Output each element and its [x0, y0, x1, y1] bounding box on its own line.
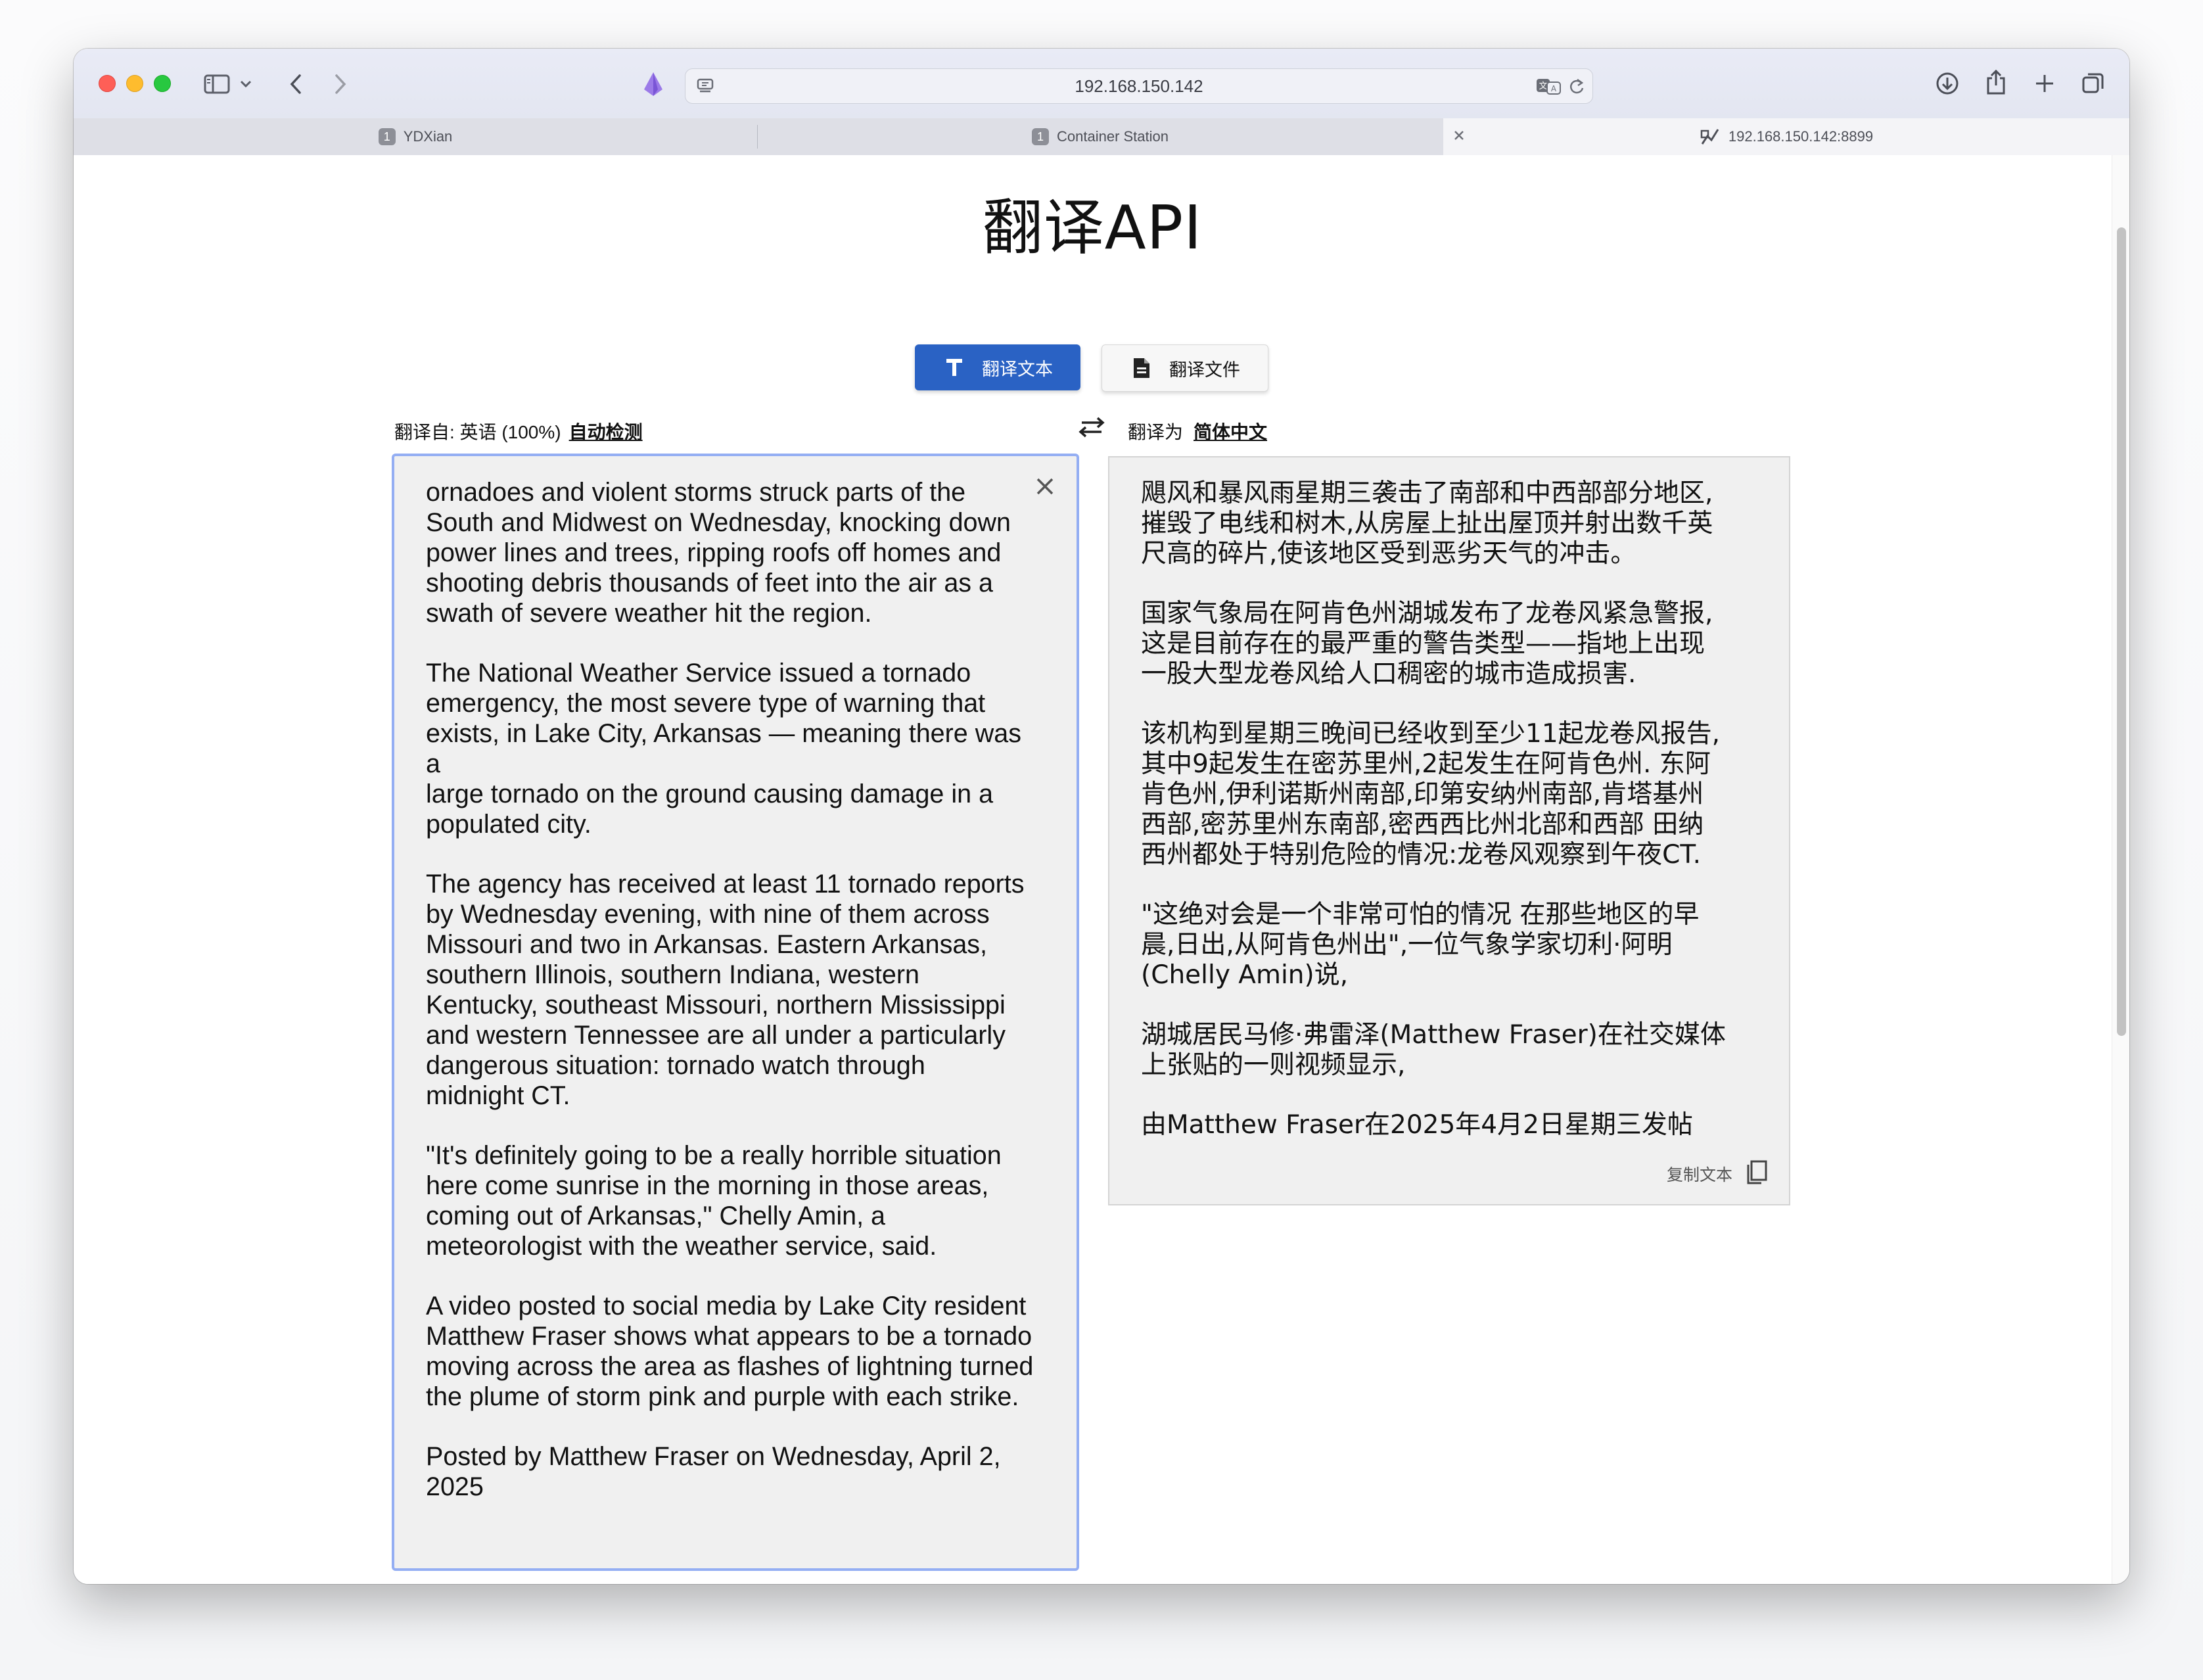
- address-bar[interactable]: 192.168.150.142 文A: [685, 68, 1593, 104]
- target-language-label: 翻译为: [1128, 422, 1184, 442]
- translate-text-label: 翻译文本: [982, 359, 1053, 379]
- tab-bar: 1 YDXian 1 Container Station 192.168.150…: [74, 118, 2129, 156]
- close-window-button[interactable]: [99, 75, 116, 92]
- target-language-row: 翻译为 简体中文: [1128, 418, 1267, 444]
- translation-paragraph: 该机构到星期三晚间已经收到至少11起龙卷风报告, 其中9起发生在密苏里州,2起发…: [1141, 719, 1721, 870]
- page-scrollbar[interactable]: [2112, 155, 2129, 1584]
- tab-label: Container Station: [1057, 128, 1169, 145]
- source-text-area[interactable]: ornadoes and violent storms struck parts…: [392, 454, 1079, 1571]
- translation-paragraph: 湖城居民马修·弗雷泽(Matthew Fraser)在社交媒体 上张贴的一则视频…: [1141, 1020, 1726, 1080]
- reload-icon[interactable]: [1566, 76, 1587, 97]
- share-icon[interactable]: [1982, 67, 2010, 97]
- auto-detect-link[interactable]: 自动检测: [569, 418, 643, 444]
- source-text: ornadoes and violent storms struck parts…: [426, 477, 1037, 1531]
- source-paragraph: ornadoes and violent storms struck parts…: [426, 478, 1011, 628]
- address-text: 192.168.150.142: [1075, 76, 1203, 96]
- forward-icon[interactable]: [329, 71, 352, 97]
- tab-ydxian[interactable]: 1 YDXian: [74, 118, 757, 155]
- translation-paragraph: "这绝对会是一个非常可怕的情况 在那些地区的早 晨,日出,从阿肯色州出",一位气…: [1141, 900, 1700, 990]
- translation-text: 飓风和暴风雨星期三袭击了南部和中西部部分地区, 摧毁了电线和树木,从房屋上扯出屋…: [1141, 478, 1752, 1170]
- tab-label: YDXian: [403, 128, 453, 145]
- source-paragraph: A video posted to social media by Lake C…: [426, 1292, 1034, 1411]
- extension-icon[interactable]: [640, 70, 666, 99]
- browser-toolbar: 192.168.150.142 文A: [74, 49, 2129, 119]
- chevron-down-icon[interactable]: [238, 75, 254, 93]
- page-title: 翻译API: [982, 193, 1203, 263]
- translate-file-label: 翻译文件: [1169, 360, 1240, 380]
- tab-label: 192.168.150.142:8899: [1728, 128, 1874, 145]
- translation-paragraph: 国家气象局在阿肯色州湖城发布了龙卷风紧急警报, 这是目前存在的最严重的警告类型—…: [1141, 599, 1713, 689]
- text-icon: [941, 358, 967, 377]
- tab-container-station[interactable]: 1 Container Station: [758, 118, 1443, 155]
- source-paragraph: Posted by Matthew Fraser on Wednesday, A…: [426, 1442, 1001, 1501]
- tab-translate-api[interactable]: 192.168.150.142:8899: [1443, 118, 2129, 155]
- translation-paragraph: 飓风和暴风雨星期三袭击了南部和中西部部分地区, 摧毁了电线和树木,从房屋上扯出屋…: [1141, 478, 1713, 569]
- download-icon[interactable]: [1934, 70, 1961, 97]
- tab-overview-icon[interactable]: [2079, 70, 2107, 97]
- page-content: 翻译API 翻译文本 翻译文件 翻译自: 英语 (100%) 自动检测 翻译为 …: [74, 155, 2129, 1584]
- source-paragraph: The National Weather Service issued a to…: [426, 659, 1021, 839]
- file-icon: [1128, 357, 1155, 379]
- target-language-link[interactable]: 简体中文: [1194, 418, 1267, 444]
- back-icon[interactable]: [284, 71, 308, 97]
- source-paragraph: The agency has received at least 11 torn…: [426, 870, 1025, 1110]
- source-paragraph: "It's definitely going to be a really ho…: [426, 1141, 1002, 1261]
- favicon-icon: [1700, 127, 1721, 147]
- tab-count-badge: 1: [1032, 128, 1049, 145]
- copy-icon: [1743, 1159, 1769, 1188]
- source-language-label: 翻译自: 英语 (100%): [394, 422, 561, 442]
- clear-text-icon[interactable]: [1032, 473, 1058, 500]
- translate-file-button[interactable]: 翻译文件: [1102, 344, 1268, 392]
- zoom-window-button[interactable]: [154, 75, 171, 92]
- sidebar-icon[interactable]: [202, 71, 231, 97]
- svg-text:A: A: [1551, 84, 1557, 93]
- browser-window: 192.168.150.142 文A 1 YDXian 1 Container …: [74, 49, 2129, 1584]
- new-tab-icon[interactable]: [2031, 70, 2058, 97]
- swap-languages-icon[interactable]: [1077, 415, 1107, 439]
- minimize-window-button[interactable]: [126, 75, 143, 92]
- translation-paragraph: 由Matthew Fraser在2025年4月2日星期三发帖: [1141, 1110, 1693, 1140]
- close-tab-icon[interactable]: [1451, 128, 1470, 146]
- scrollbar-thumb[interactable]: [2117, 227, 2126, 1036]
- source-language-row: 翻译自: 英语 (100%) 自动检测: [394, 418, 643, 444]
- translate-text-button[interactable]: 翻译文本: [915, 344, 1080, 390]
- translation-output-box: 飓风和暴风雨星期三袭击了南部和中西部部分地区, 摧毁了电线和树木,从房屋上扯出屋…: [1108, 456, 1790, 1205]
- tab-count-badge: 1: [378, 128, 396, 145]
- copy-text-button[interactable]: 复制文本: [1667, 1159, 1769, 1188]
- copy-text-label: 复制文本: [1666, 1166, 1732, 1184]
- svg-text:文: 文: [1539, 82, 1547, 91]
- translate-icon[interactable]: 文A: [1535, 76, 1562, 97]
